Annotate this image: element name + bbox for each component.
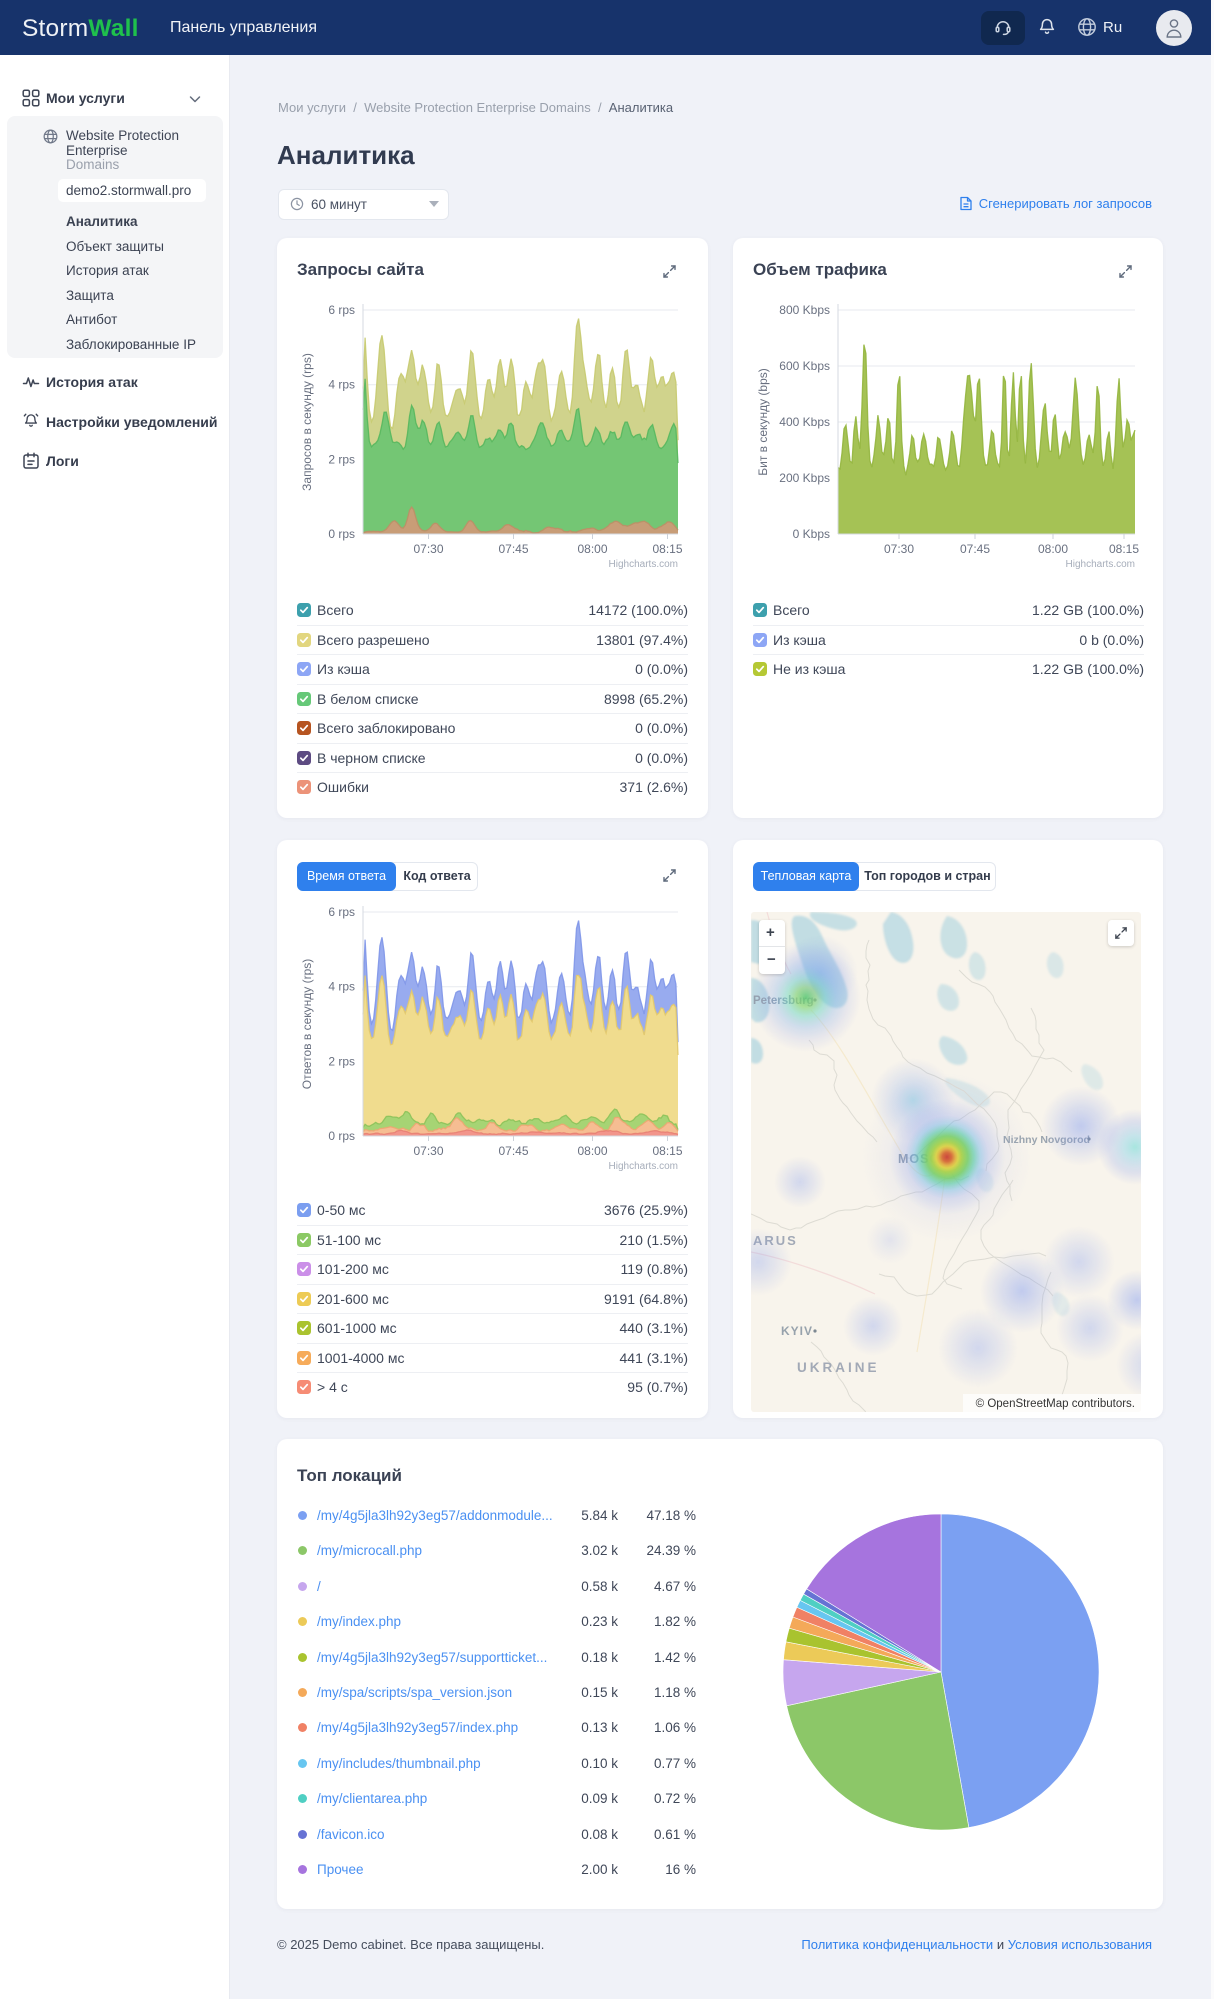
svg-text:08:00: 08:00	[577, 542, 607, 556]
svg-text:Highcharts.com: Highcharts.com	[609, 559, 678, 570]
svg-text:07:30: 07:30	[884, 542, 914, 556]
svg-text:08:00: 08:00	[1038, 542, 1068, 556]
svg-text:© OpenStreetMap contributors.: © OpenStreetMap contributors.	[976, 1398, 1135, 1410]
svg-text:0 Kbps: 0 Kbps	[793, 527, 830, 541]
svg-text:4 rps: 4 rps	[328, 980, 355, 994]
svg-text:UKRAINE: UKRAINE	[797, 1360, 880, 1375]
svg-text:Запросов в секунду (rps): Запросов в секунду (rps)	[300, 353, 314, 491]
svg-text:08:15: 08:15	[652, 542, 682, 556]
svg-text:07:45: 07:45	[960, 542, 990, 556]
svg-text:4 rps: 4 rps	[328, 378, 355, 392]
svg-text:600 Kbps: 600 Kbps	[779, 359, 830, 373]
svg-text:07:30: 07:30	[413, 542, 443, 556]
svg-text:07:45: 07:45	[498, 542, 528, 556]
svg-text:800 Kbps: 800 Kbps	[779, 303, 830, 317]
svg-text:Highcharts.com: Highcharts.com	[1066, 559, 1135, 570]
svg-text:Бит в секунду (bps): Бит в секунду (bps)	[756, 368, 770, 475]
svg-text:6 rps: 6 rps	[328, 905, 355, 919]
svg-text:6 rps: 6 rps	[328, 303, 355, 317]
svg-text:08:00: 08:00	[577, 1144, 607, 1158]
svg-text:2 rps: 2 rps	[328, 452, 355, 466]
svg-text:Ответов в секунду (rps): Ответов в секунду (rps)	[300, 959, 314, 1089]
svg-text:0 rps: 0 rps	[328, 1129, 355, 1143]
svg-text:400 Kbps: 400 Kbps	[779, 415, 830, 429]
svg-text:KYIV: KYIV	[781, 1324, 813, 1338]
svg-text:07:45: 07:45	[498, 1144, 528, 1158]
svg-text:07:30: 07:30	[413, 1144, 443, 1158]
svg-text:200 Kbps: 200 Kbps	[779, 471, 830, 485]
svg-text:08:15: 08:15	[652, 1144, 682, 1158]
svg-text:Highcharts.com: Highcharts.com	[609, 1161, 678, 1172]
svg-text:08:15: 08:15	[1109, 542, 1139, 556]
svg-text:2 rps: 2 rps	[328, 1054, 355, 1068]
svg-text:0 rps: 0 rps	[328, 527, 355, 541]
